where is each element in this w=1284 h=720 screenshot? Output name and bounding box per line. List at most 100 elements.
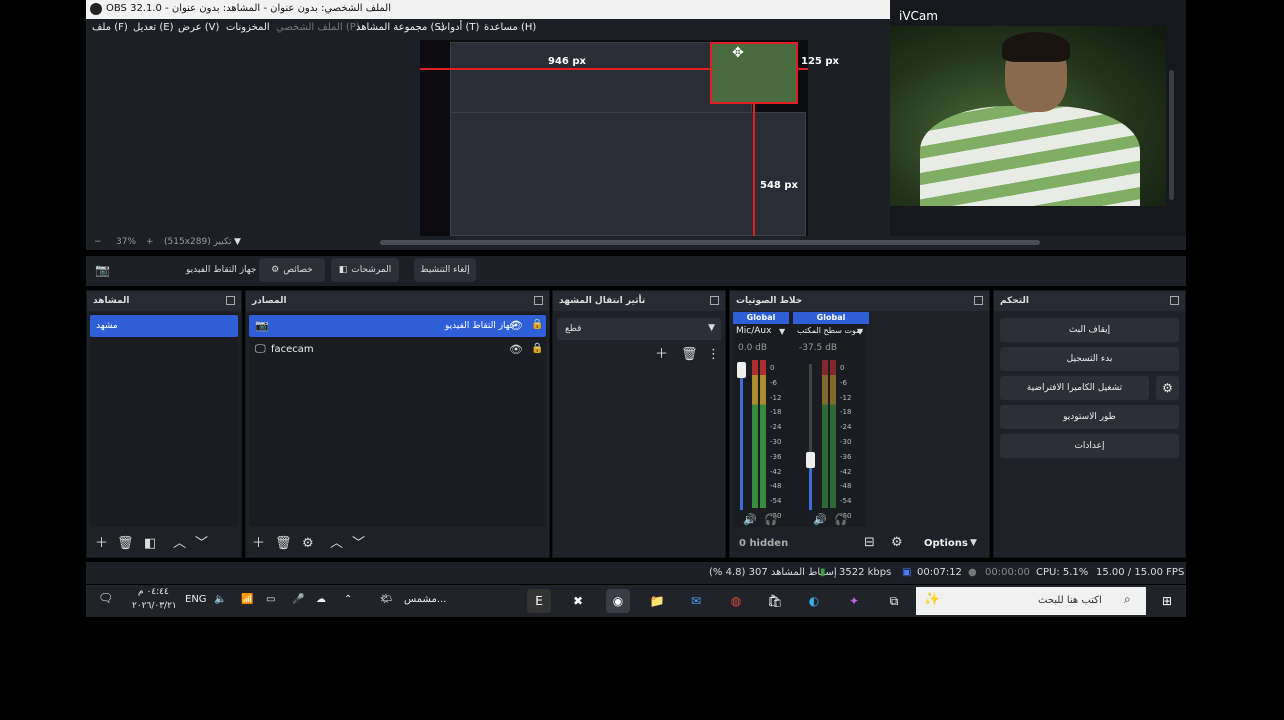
source-item-video-capture[interactable]: 📷 جهاز التقاط الفيديو 👁 🔒 [249, 315, 546, 337]
lock-icon[interactable]: 🔒 [531, 319, 543, 330]
weather-icon[interactable]: 🌤 [380, 594, 393, 605]
menu-docks[interactable]: المخزونات [226, 22, 270, 33]
undock-icon[interactable] [974, 296, 983, 305]
task-view-icon[interactable]: ⧉ [882, 589, 906, 613]
zoom-out-icon[interactable]: − [94, 237, 102, 247]
speaker-icon[interactable]: 🔊 [743, 513, 757, 526]
gear-icon[interactable]: ⚙ [302, 537, 314, 550]
add-icon[interactable]: ＋ [95, 537, 108, 550]
clock-date[interactable]: ٢٠٢٦/٠٣/٢١ [132, 601, 177, 611]
scene-item[interactable]: مشهد [90, 315, 238, 337]
chevron-down-icon[interactable]: ▼ [970, 538, 977, 548]
channel-name: Mic/Aux [736, 326, 772, 336]
volume-fader-knob[interactable] [737, 362, 746, 378]
undock-icon[interactable] [534, 296, 543, 305]
preview-canvas[interactable]: 946 px 125 px 548 px ✥ [420, 40, 839, 236]
volume-fader-track[interactable] [740, 364, 743, 510]
language-indicator[interactable]: ENG [185, 594, 207, 605]
obs-taskbar-icon[interactable]: ◉ [606, 589, 630, 613]
transition-select[interactable]: قطع ▼ [557, 318, 721, 340]
studio-mode-button[interactable]: طور الاستوديو [1000, 405, 1179, 429]
eye-icon[interactable]: 👁 [509, 319, 523, 332]
mixer-settings-icon[interactable]: ⚙ [891, 536, 903, 549]
battery-icon[interactable]: ▭ [266, 594, 275, 605]
dropped-frames: إسقاط المشاهد 307 (4.8 %) [709, 567, 837, 578]
menu-tools[interactable]: أدوات (T) [438, 22, 479, 33]
hidden-count: 0 hidden [739, 538, 789, 549]
xbox-icon[interactable]: ✖ [566, 589, 590, 613]
menu-profile[interactable]: الملف الشخصي (P) [276, 22, 360, 33]
eye-icon[interactable]: 👁 [509, 343, 523, 356]
menu-edit[interactable]: تعديل (E) [133, 22, 174, 33]
transitions-dock: تأثير انتقال المشهد قطع ▼ ＋ 🗑 ⋮ [552, 290, 726, 558]
chevron-up-icon[interactable]: ︿ [173, 537, 186, 550]
notification-icon[interactable]: 🗨 [98, 591, 113, 605]
clock-time[interactable]: ٠٤:٤٤ م [138, 587, 169, 597]
add-icon[interactable]: ＋ [655, 348, 668, 361]
chevron-down-icon[interactable]: ﹀ [352, 537, 365, 550]
chevron-down-icon[interactable]: ▼ [857, 327, 863, 336]
start-virtual-camera-button[interactable]: تشغيل الكاميرا الافتراضية [1000, 376, 1149, 400]
chevron-up-icon[interactable]: ︿ [330, 537, 343, 550]
edge-icon[interactable]: ◐ [802, 589, 826, 613]
level-meter [760, 360, 766, 508]
filters-button[interactable]: ◧ المرشحات [331, 258, 399, 282]
properties-button[interactable]: ⚙ خصائص [259, 258, 325, 282]
more-icon[interactable]: ⋮ [707, 348, 720, 361]
menu-scene-collection[interactable]: مجموعة المشاهد (S) [356, 22, 445, 33]
chevron-up-icon[interactable]: ⌃ [344, 594, 352, 605]
monitor-icon: 🖵 [255, 342, 266, 355]
menu-file[interactable]: ملف (F) [92, 22, 128, 33]
trash-icon[interactable]: 🗑 [117, 537, 134, 550]
menu-help[interactable]: مساعدة (H) [484, 22, 536, 33]
options-button[interactable]: Options [924, 538, 968, 549]
mail-icon[interactable]: ✉ [684, 589, 708, 613]
headphones-icon[interactable]: 🎧 [834, 513, 848, 526]
speaker-icon[interactable]: 🔊 [813, 513, 827, 526]
level-meter [752, 360, 758, 508]
microphone-icon[interactable]: 🎤 [292, 594, 304, 605]
copilot-icon[interactable]: ✦ [842, 589, 866, 613]
selected-source-name: جهاز التقاط الفيديو [186, 265, 257, 275]
ivcam-label: iVCam [899, 9, 938, 23]
taskbar-search-box[interactable]: ✨ اكتب هنا للبحث ⌕ [916, 587, 1146, 615]
facecam-thumbnail[interactable] [710, 42, 798, 104]
file-explorer-icon[interactable]: 📁 [645, 589, 669, 613]
trash-icon[interactable]: 🗑 [681, 348, 698, 361]
horizontal-scrollbar[interactable] [380, 240, 1040, 245]
undock-icon[interactable] [710, 296, 719, 305]
filter-icon[interactable]: ◧ [144, 537, 156, 550]
virtual-camera-gear-icon[interactable]: ⚙ [1156, 376, 1179, 400]
chevron-down-icon[interactable]: ﹀ [195, 537, 208, 550]
wifi-icon[interactable]: 📶 [241, 594, 253, 605]
windows-start-icon[interactable]: ⊞ [1155, 589, 1179, 613]
layout-icon[interactable]: ⊟ [864, 536, 875, 549]
camera-icon: 📷 [95, 263, 110, 277]
store-icon[interactable]: 🛍 [763, 589, 787, 613]
lock-icon[interactable]: 🔒 [531, 343, 543, 354]
settings-button[interactable]: إعدادات [1000, 434, 1179, 458]
headphones-icon[interactable]: 🎧 [764, 513, 778, 526]
volume-fader-knob[interactable] [806, 452, 815, 468]
weather-text[interactable]: مشمس... [404, 594, 446, 605]
start-recording-button[interactable]: بدء التسجيل [1000, 347, 1179, 371]
vertical-scrollbar[interactable] [1169, 70, 1174, 200]
source-item-facecam[interactable]: 🖵 facecam 👁 🔒 [249, 339, 546, 361]
epic-games-icon[interactable]: E [527, 589, 551, 613]
chevron-down-icon[interactable]: ▼ [779, 327, 785, 336]
zoom-dropdown-icon[interactable]: ▼ [234, 237, 241, 247]
add-icon[interactable]: ＋ [252, 537, 265, 550]
undock-icon[interactable] [226, 296, 235, 305]
search-icon: ⌕ [1124, 592, 1131, 606]
zoom-in-icon[interactable]: + [146, 237, 154, 247]
bitrate: 3522 kbps [839, 567, 892, 578]
trash-icon[interactable]: 🗑 [275, 537, 292, 550]
undock-icon[interactable] [1170, 296, 1179, 305]
chrome-icon[interactable]: ◍ [724, 589, 748, 613]
person-body [920, 106, 1140, 206]
cloud-icon[interactable]: ☁ [316, 594, 326, 605]
volume-icon[interactable]: 🔈 [214, 594, 226, 605]
stop-streaming-button[interactable]: إيقاف البث [1000, 318, 1179, 342]
menu-view[interactable]: عرض (V) [178, 22, 219, 33]
deactivate-button[interactable]: إلغاء التنشيط [414, 258, 476, 282]
